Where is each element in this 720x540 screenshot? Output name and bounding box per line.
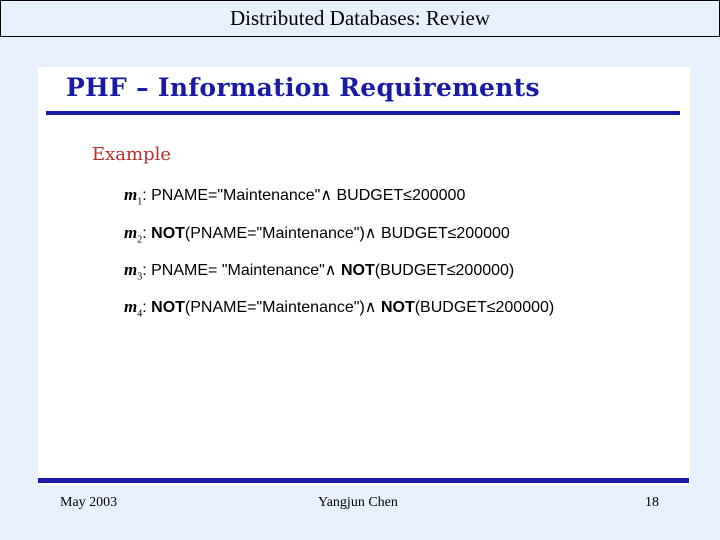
minterm-id: m1: [124, 185, 143, 208]
minterm-3: m3: PNAME= "Maintenance"∧ NOT(BUDGET≤200…: [124, 260, 515, 283]
minterm-4: m4: NOT(PNAME="Maintenance")∧ NOT(BUDGET…: [124, 297, 555, 320]
title-divider: [46, 111, 680, 115]
footer-date: May 2003: [60, 495, 118, 510]
footer-divider: [38, 478, 689, 483]
not-operator: NOT: [146, 225, 185, 242]
footer-author: Yangjun Chen: [318, 495, 398, 510]
minterm-id: m3: [124, 260, 143, 283]
header-title: Distributed Databases: Review: [229, 6, 491, 30]
slide-title: PHF – Information Requirements: [66, 73, 540, 102]
minterm-1: m1: PNAME="Maintenance"∧ BUDGET≤200000: [124, 185, 466, 208]
minterm-id: m4: [124, 297, 143, 320]
slide-header: Distributed Databases: Review: [0, 0, 720, 37]
page-number: 18: [645, 495, 659, 510]
minterm-id: m2: [124, 223, 143, 246]
not-operator: NOT: [380, 299, 415, 316]
not-operator: NOT: [146, 299, 185, 316]
example-label: Example: [92, 144, 172, 165]
minterm-2: m2: NOT(PNAME="Maintenance")∧ BUDGET≤200…: [124, 223, 510, 246]
slide-content: PHF – Information Requirements Example m…: [38, 67, 690, 485]
not-operator: NOT: [340, 262, 375, 279]
